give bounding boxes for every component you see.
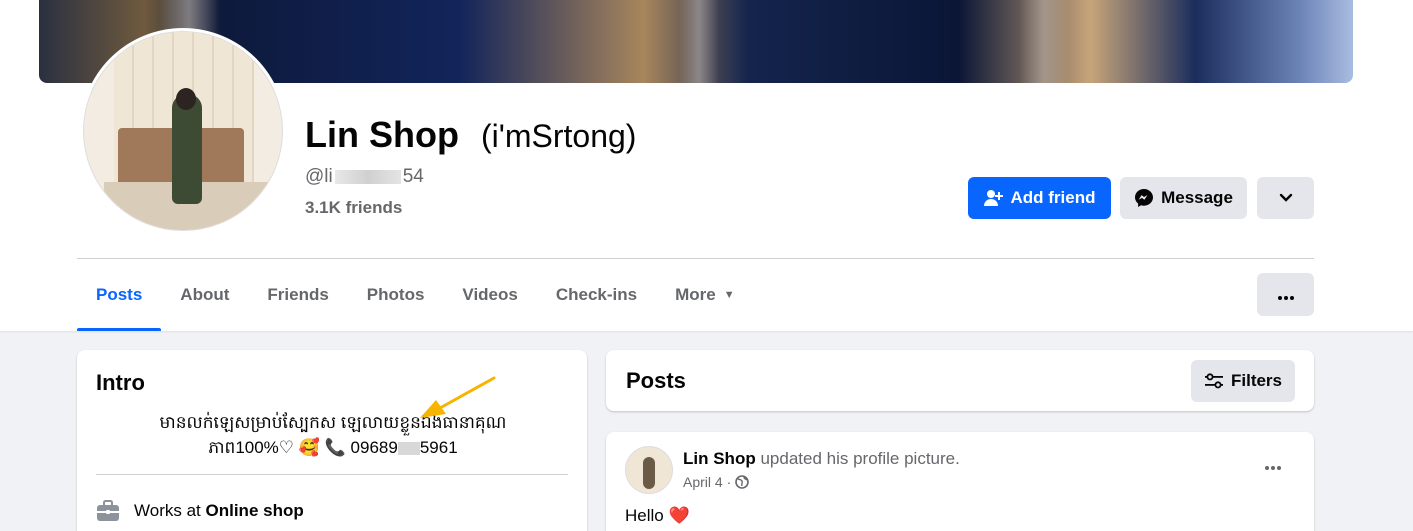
annotation-arrow xyxy=(420,376,496,418)
cover-highlight xyxy=(679,0,719,83)
ellipsis-icon xyxy=(1264,457,1282,475)
handle-start: @li xyxy=(305,166,333,187)
redacted-block xyxy=(334,169,401,184)
tab-label: About xyxy=(180,285,230,304)
profile-tabs: Posts About Friends Photos Videos Check-… xyxy=(77,272,754,331)
header-divider xyxy=(77,258,1314,259)
tab-label: Posts xyxy=(96,285,143,304)
handle-end: 54 xyxy=(402,166,424,187)
tab-photos[interactable]: Photos xyxy=(348,272,444,318)
sliders-icon xyxy=(1204,373,1224,389)
intro-title: Intro xyxy=(96,370,145,395)
post-action-text: updated his profile picture. xyxy=(760,449,960,468)
tab-about[interactable]: About xyxy=(161,272,248,318)
bio-line-1: មានលក់ឡេសម្រាប់ស្បែកស ឡេលាយខ្លួនឯងធានាគុ… xyxy=(159,413,507,432)
posts-title: Posts xyxy=(626,368,686,393)
add-friend-icon xyxy=(983,189,1004,207)
post-text: Hello ❤️ xyxy=(625,506,690,525)
messenger-icon xyxy=(1134,188,1154,208)
friends-count[interactable]: 3.1K friends xyxy=(305,198,402,218)
works-at-place[interactable]: Online shop xyxy=(206,501,304,521)
works-at-prefix: Works at xyxy=(134,501,201,520)
tab-check-ins[interactable]: Check-ins xyxy=(537,272,656,318)
tab-friends[interactable]: Friends xyxy=(248,272,347,318)
tab-label: Videos xyxy=(462,285,518,304)
post-meta-separator: · xyxy=(726,474,732,490)
posts-header-card: Posts Filters xyxy=(606,350,1314,411)
globe-icon xyxy=(735,475,750,489)
add-friend-label: Add friend xyxy=(1010,188,1096,207)
intro-card: Intro មានលក់ឡេសម្រាប់ស្បែកស ឡេលាយខ្លួនឯង… xyxy=(77,350,587,531)
briefcase-icon xyxy=(96,500,120,522)
tab-more[interactable]: More ▼ xyxy=(656,272,754,318)
tab-label: Photos xyxy=(366,285,425,304)
bio-line-2-end: 5961 xyxy=(419,438,458,457)
post-author-name[interactable]: Lin Shop xyxy=(683,449,756,468)
profile-picture[interactable] xyxy=(80,28,286,234)
profile-handle: @li 54 xyxy=(305,166,424,188)
cover-highlight xyxy=(1019,0,1069,83)
profile-alternate-name: (i'mSrtong) xyxy=(480,118,637,154)
message-label: Message xyxy=(1161,188,1233,207)
tab-posts[interactable]: Posts xyxy=(77,272,162,331)
bio-line-2-start: ភាព100%♡ 🥰 📞 09689 xyxy=(208,438,398,457)
profile-options-button[interactable] xyxy=(1257,177,1314,219)
chevron-down-icon xyxy=(1279,188,1293,208)
post-date[interactable]: April 4 xyxy=(683,474,723,490)
filters-label: Filters xyxy=(1230,371,1283,390)
tab-label: Friends xyxy=(267,285,329,304)
tab-label: More xyxy=(675,285,716,304)
post-card: Lin Shop updated his profile picture. Ap… xyxy=(606,432,1314,531)
more-options-button[interactable] xyxy=(1257,273,1314,316)
redacted-block xyxy=(397,442,420,456)
profile-header: Lin Shop (i'mSrtong) @li 54 3.1K friends … xyxy=(0,0,1413,331)
intro-work-item: Works at Online shop xyxy=(96,500,304,522)
filters-button[interactable]: Filters xyxy=(1191,360,1295,402)
post-author-avatar[interactable] xyxy=(625,446,673,494)
tab-label: Check-ins xyxy=(555,285,638,304)
post-options-button[interactable] xyxy=(1258,456,1288,476)
post-header-text: Lin Shop updated his profile picture. xyxy=(683,449,960,469)
profile-name-row: Lin Shop (i'mSrtong) xyxy=(305,114,636,156)
bio-line-2: ភាព100%♡ 🥰 📞 09689 5961 xyxy=(97,435,569,460)
message-button[interactable]: Message xyxy=(1120,177,1247,219)
post-meta: April 4 · xyxy=(683,474,750,490)
intro-divider xyxy=(96,474,568,475)
tab-videos[interactable]: Videos xyxy=(443,272,536,318)
add-friend-button[interactable]: Add friend xyxy=(968,177,1111,219)
caret-down-icon: ▼ xyxy=(723,289,735,301)
profile-name: Lin Shop xyxy=(305,114,459,155)
ellipsis-icon xyxy=(1277,285,1295,305)
intro-bio: មានលក់ឡេសម្រាប់ស្បែកស ឡេលាយខ្លួនឯងធានាគុ… xyxy=(97,410,569,460)
profile-picture-image xyxy=(83,31,283,231)
